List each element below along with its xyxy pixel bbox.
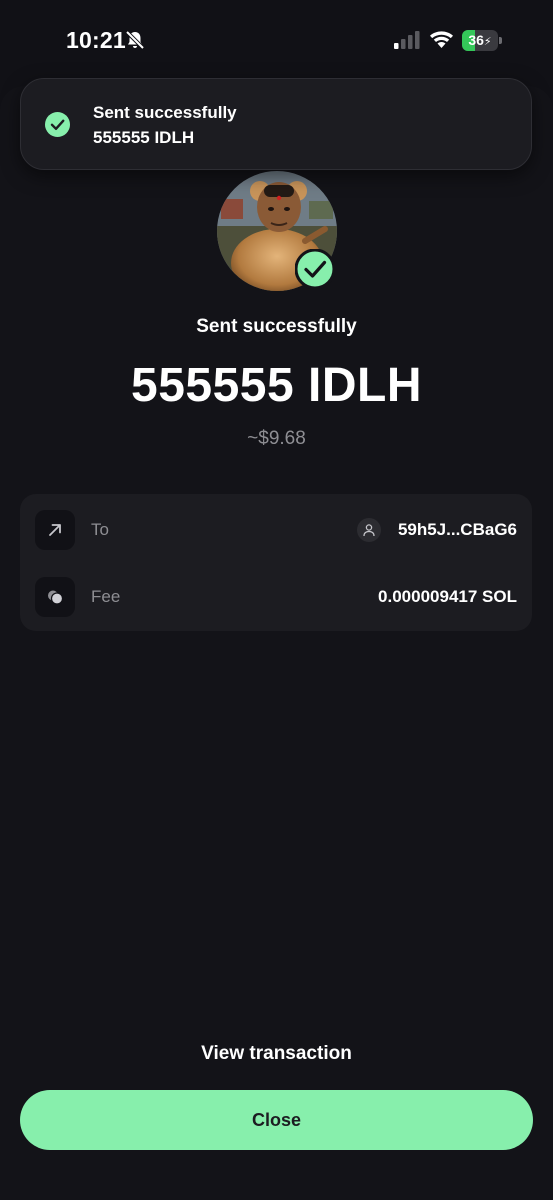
fee-value: 0.000009417 SOL [378,587,517,606]
toast-subtitle: 555555 IDLH [93,128,195,147]
fee-label: Fee [91,587,121,606]
check-circle-icon [45,112,70,137]
battery-indicator: 36⚡ [462,30,502,51]
battery-cap [499,37,502,44]
sent-amount: 555555 IDLH [131,359,422,412]
success-toast: Sent successfully 555555 IDLH [20,78,532,170]
status-time: 10:21 [66,27,126,53]
status-bar: 10:21 36⚡ [0,0,553,80]
bell-off-icon [125,30,145,50]
arrow-up-right-icon [35,510,75,550]
close-button[interactable]: Close [20,1090,533,1150]
person-icon [357,518,381,542]
battery-level: 36⚡ [468,32,492,48]
coins-icon [35,577,75,617]
transaction-details-card: To 59h5J...CBaG6 Fee 0.000009417 SOL [20,494,532,631]
view-transaction-link[interactable]: View transaction [0,1043,553,1065]
fee-row: Fee 0.000009417 SOL [20,563,532,629]
status-headline: Sent successfully [196,316,357,337]
toast-title: Sent successfully [93,103,237,122]
battery-body: 36⚡ [462,30,498,51]
wifi-icon [430,31,453,48]
signal-icon [394,31,420,49]
result-sheet [0,86,553,1200]
recipient-label: To [91,520,109,539]
recipient-address: 59h5J...CBaG6 [397,520,517,539]
recipient-row[interactable]: To 59h5J...CBaG6 [20,496,532,562]
charging-bolt-icon: ⚡ [483,36,492,48]
fiat-value: ~$9.68 [247,428,306,449]
check-badge-icon [295,249,335,289]
